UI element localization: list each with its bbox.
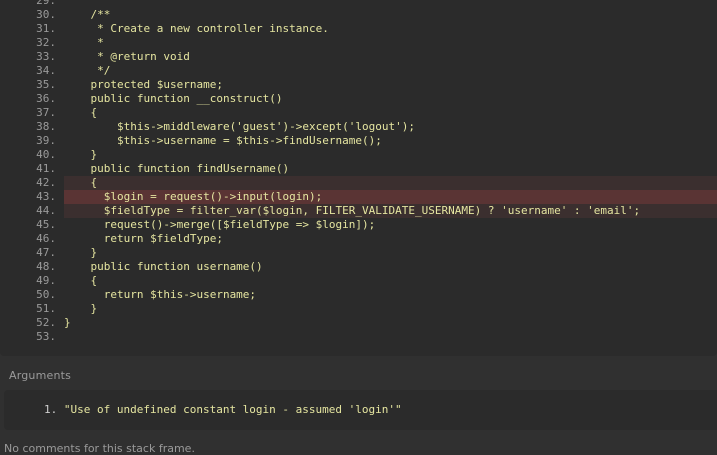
argument-item: 1. "Use of undefined constant login - as… — [44, 403, 402, 416]
code-text: } — [64, 246, 98, 259]
code-text: * Create a new controller instance. — [64, 22, 329, 35]
code-text: public function __construct() — [64, 92, 283, 105]
code-line: 41. public function findUsername() — [0, 162, 717, 176]
code-line: 34. */ — [0, 64, 717, 78]
code-line: 31. * Create a new controller instance. — [0, 22, 717, 36]
code-line: 29. — [0, 0, 717, 8]
code-line: 48. public function username() — [0, 260, 717, 274]
code-line: 32. * — [0, 36, 717, 50]
line-number: 44. — [36, 204, 56, 217]
line-number: 52. — [36, 316, 56, 329]
code-text: request()->merge([$fieldType => $login])… — [64, 218, 376, 231]
code-text: * — [64, 36, 104, 49]
code-line: 33. * @return void — [0, 50, 717, 64]
line-number: 32. — [36, 36, 56, 49]
line-number: 47. — [36, 246, 56, 259]
code-text: * @return void — [64, 50, 190, 63]
code-text: } — [64, 302, 98, 315]
code-line: 40. } — [0, 148, 717, 162]
line-number: 37. — [36, 106, 56, 119]
code-text: { — [64, 106, 98, 119]
code-line: 53. — [0, 330, 717, 344]
arguments-heading: Arguments — [9, 369, 72, 382]
code-line: 51. } — [0, 302, 717, 316]
line-number: 40. — [36, 148, 56, 161]
code-line: 49. { — [0, 274, 717, 288]
line-number: 35. — [36, 78, 56, 91]
line-number: 45. — [36, 218, 56, 231]
code-line: 30. /** — [0, 8, 717, 22]
line-number: 50. — [36, 288, 56, 301]
line-number: 48. — [36, 260, 56, 273]
argument-number: 1. — [44, 403, 58, 416]
code-text: /** — [64, 8, 111, 21]
line-number: 42. — [36, 176, 56, 189]
code-line: 47. } — [0, 246, 717, 260]
line-number: 46. — [36, 232, 56, 245]
code-line: 36. public function __construct() — [0, 92, 717, 106]
code-text: $this->username = $this->findUsername(); — [64, 134, 382, 147]
line-number: 36. — [36, 92, 56, 105]
code-text: protected $username; — [64, 78, 223, 91]
line-number: 43. — [36, 190, 56, 203]
code-text: public function username() — [64, 260, 263, 273]
code-text: $this->middleware('guest')->except('logo… — [64, 120, 415, 133]
code-line-context-highlight: 42. { — [36, 176, 717, 190]
code-line: 46. return $fieldType; — [0, 232, 717, 246]
line-number: 30. — [36, 8, 56, 21]
line-number: 31. — [36, 22, 56, 35]
line-number: 41. — [36, 162, 56, 175]
argument-value: "Use of undefined constant login - assum… — [63, 403, 402, 416]
code-line: 38. $this->middleware('guest')->except('… — [0, 120, 717, 134]
line-number: 49. — [36, 274, 56, 287]
code-line: 45. request()->merge([$fieldType => $log… — [0, 218, 717, 232]
arguments-panel: 1. "Use of undefined constant login - as… — [4, 390, 717, 430]
code-text: } — [64, 148, 98, 161]
line-number: 38. — [36, 120, 56, 133]
code-text: } — [64, 316, 71, 329]
line-number: 33. — [36, 50, 56, 63]
code-line: 37. { — [0, 106, 717, 120]
code-line: 50. return $this->username; — [0, 288, 717, 302]
line-number: 51. — [36, 302, 56, 315]
code-text: { — [64, 176, 98, 189]
code-text: public function findUsername() — [64, 162, 290, 175]
line-number: 34. — [36, 64, 56, 77]
code-text: return $fieldType; — [64, 232, 223, 245]
code-text: $fieldType = filter_var($login, FILTER_V… — [64, 204, 641, 217]
line-number: 53. — [36, 330, 56, 343]
code-text: return $this->username; — [64, 288, 257, 301]
code-line: 52.} — [0, 316, 717, 330]
code-line: 39. $this->username = $this->findUsernam… — [0, 134, 717, 148]
code-frame: 29. 30. /** 31. * Create a new controlle… — [0, 0, 717, 356]
code-lines: 29. 30. /** 31. * Create a new controlle… — [0, 0, 717, 344]
line-number: 39. — [36, 134, 56, 147]
code-line-context-highlight: 44. $fieldType = filter_var($login, FILT… — [36, 204, 717, 218]
code-line-error-highlight: 43. $login = request()->input(login); — [36, 190, 717, 204]
line-number: 29. — [36, 0, 56, 7]
code-text: $login = request()->input(login); — [64, 190, 323, 203]
code-text: */ — [64, 64, 111, 77]
code-text: { — [64, 274, 98, 287]
code-line: 35. protected $username; — [0, 78, 717, 92]
